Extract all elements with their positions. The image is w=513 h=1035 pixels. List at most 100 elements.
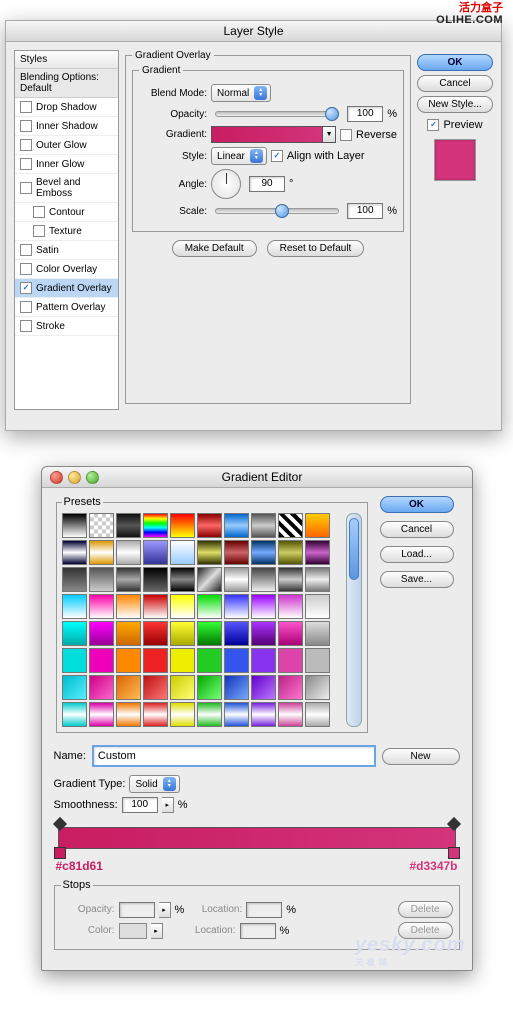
- angle-field[interactable]: 90: [249, 176, 285, 192]
- style-item-gradient-overlay[interactable]: Gradient Overlay: [15, 279, 118, 298]
- preset-swatch[interactable]: [116, 513, 141, 538]
- style-item-color-overlay[interactable]: Color Overlay: [15, 260, 118, 279]
- opacity-slider[interactable]: [215, 111, 339, 117]
- preset-swatch[interactable]: [116, 621, 141, 646]
- stop-location2-field[interactable]: [240, 923, 276, 939]
- preset-swatch[interactable]: [251, 594, 276, 619]
- style-item-inner-shadow[interactable]: Inner Shadow: [15, 117, 118, 136]
- preset-swatch[interactable]: [224, 702, 249, 727]
- preset-swatch[interactable]: [305, 702, 330, 727]
- preset-swatch[interactable]: [224, 567, 249, 592]
- preset-swatch[interactable]: [62, 594, 87, 619]
- preset-swatch[interactable]: [278, 648, 303, 673]
- style-checkbox[interactable]: [20, 320, 32, 332]
- style-checkbox[interactable]: [20, 182, 32, 194]
- new-style-button[interactable]: New Style...: [417, 96, 493, 113]
- style-checkbox[interactable]: [20, 139, 32, 151]
- preset-swatch[interactable]: [143, 621, 168, 646]
- preset-swatch[interactable]: [143, 648, 168, 673]
- preset-swatch[interactable]: [170, 567, 195, 592]
- preset-swatch[interactable]: [89, 675, 114, 700]
- slider-knob-icon[interactable]: [325, 107, 339, 121]
- preset-swatch[interactable]: [224, 648, 249, 673]
- style-item-pattern-overlay[interactable]: Pattern Overlay: [15, 298, 118, 317]
- style-item-texture[interactable]: Texture: [15, 222, 118, 241]
- preset-swatch[interactable]: [251, 513, 276, 538]
- preset-swatch[interactable]: [170, 621, 195, 646]
- cancel-button[interactable]: Cancel: [417, 75, 493, 92]
- preset-swatch[interactable]: [197, 675, 222, 700]
- style-item-contour[interactable]: Contour: [15, 203, 118, 222]
- preset-swatch[interactable]: [278, 702, 303, 727]
- style-checkbox[interactable]: [20, 101, 32, 113]
- style-select[interactable]: Linear ▴▾: [211, 147, 267, 165]
- zoom-icon[interactable]: [86, 471, 99, 484]
- preset-swatch[interactable]: [251, 567, 276, 592]
- preset-swatch[interactable]: [224, 621, 249, 646]
- presets-scrollbar[interactable]: [346, 513, 362, 727]
- preview-checkbox[interactable]: [427, 119, 439, 131]
- color-stop-right[interactable]: [448, 847, 460, 859]
- preset-swatch[interactable]: [197, 540, 222, 565]
- preset-swatch[interactable]: [89, 702, 114, 727]
- preset-swatch[interactable]: [305, 540, 330, 565]
- style-checkbox[interactable]: [20, 244, 32, 256]
- preset-swatch[interactable]: [251, 540, 276, 565]
- make-default-button[interactable]: Make Default: [172, 240, 257, 257]
- preset-swatch[interactable]: [197, 513, 222, 538]
- opacity-field[interactable]: 100: [347, 106, 383, 122]
- preset-swatch[interactable]: [251, 648, 276, 673]
- minimize-icon[interactable]: [68, 471, 81, 484]
- preset-swatch[interactable]: [143, 594, 168, 619]
- preset-swatch[interactable]: [197, 594, 222, 619]
- ok-button[interactable]: OK: [417, 54, 493, 71]
- smoothness-dropdown-icon[interactable]: ▸: [162, 797, 174, 813]
- styles-header[interactable]: Styles: [15, 51, 118, 69]
- preset-swatch[interactable]: [278, 567, 303, 592]
- style-checkbox[interactable]: [33, 225, 45, 237]
- style-checkbox[interactable]: [20, 282, 32, 294]
- preset-swatch[interactable]: [305, 675, 330, 700]
- preset-swatch[interactable]: [170, 594, 195, 619]
- preset-swatch[interactable]: [143, 540, 168, 565]
- preset-swatch[interactable]: [143, 702, 168, 727]
- stop-location-field[interactable]: [246, 902, 282, 918]
- style-item-stroke[interactable]: Stroke: [15, 317, 118, 336]
- gradient-swatch[interactable]: [211, 126, 323, 143]
- preset-swatch[interactable]: [62, 513, 87, 538]
- preset-swatch[interactable]: [62, 567, 87, 592]
- preset-swatch[interactable]: [89, 513, 114, 538]
- preset-swatch[interactable]: [170, 540, 195, 565]
- preset-swatch[interactable]: [197, 648, 222, 673]
- preset-swatch[interactable]: [116, 540, 141, 565]
- preset-swatch[interactable]: [62, 675, 87, 700]
- preset-swatch[interactable]: [197, 567, 222, 592]
- preset-swatch[interactable]: [62, 621, 87, 646]
- load-button[interactable]: Load...: [380, 546, 454, 563]
- reset-default-button[interactable]: Reset to Default: [267, 240, 365, 257]
- smoothness-field[interactable]: 100: [122, 797, 158, 813]
- slider-knob-icon[interactable]: [275, 204, 289, 218]
- preset-swatch[interactable]: [89, 648, 114, 673]
- preset-swatch[interactable]: [197, 621, 222, 646]
- preset-swatch[interactable]: [89, 567, 114, 592]
- reverse-checkbox[interactable]: [340, 129, 352, 141]
- preset-swatch[interactable]: [89, 621, 114, 646]
- preset-swatch[interactable]: [305, 594, 330, 619]
- name-field[interactable]: Custom: [92, 745, 376, 767]
- preset-swatch[interactable]: [170, 702, 195, 727]
- new-button[interactable]: New: [382, 748, 460, 765]
- preset-swatch[interactable]: [170, 675, 195, 700]
- preset-swatch[interactable]: [62, 702, 87, 727]
- preset-swatch[interactable]: [251, 621, 276, 646]
- preset-swatch[interactable]: [224, 675, 249, 700]
- angle-dial[interactable]: [211, 169, 241, 199]
- preset-swatch[interactable]: [251, 702, 276, 727]
- color-stop-left[interactable]: [54, 847, 66, 859]
- scale-field[interactable]: 100: [347, 203, 383, 219]
- preset-swatch[interactable]: [197, 702, 222, 727]
- stop-opacity-dropdown-icon[interactable]: ▸: [159, 902, 171, 918]
- style-item-bevel-and-emboss[interactable]: Bevel and Emboss: [15, 174, 118, 203]
- preset-swatch[interactable]: [116, 594, 141, 619]
- preset-swatch[interactable]: [251, 675, 276, 700]
